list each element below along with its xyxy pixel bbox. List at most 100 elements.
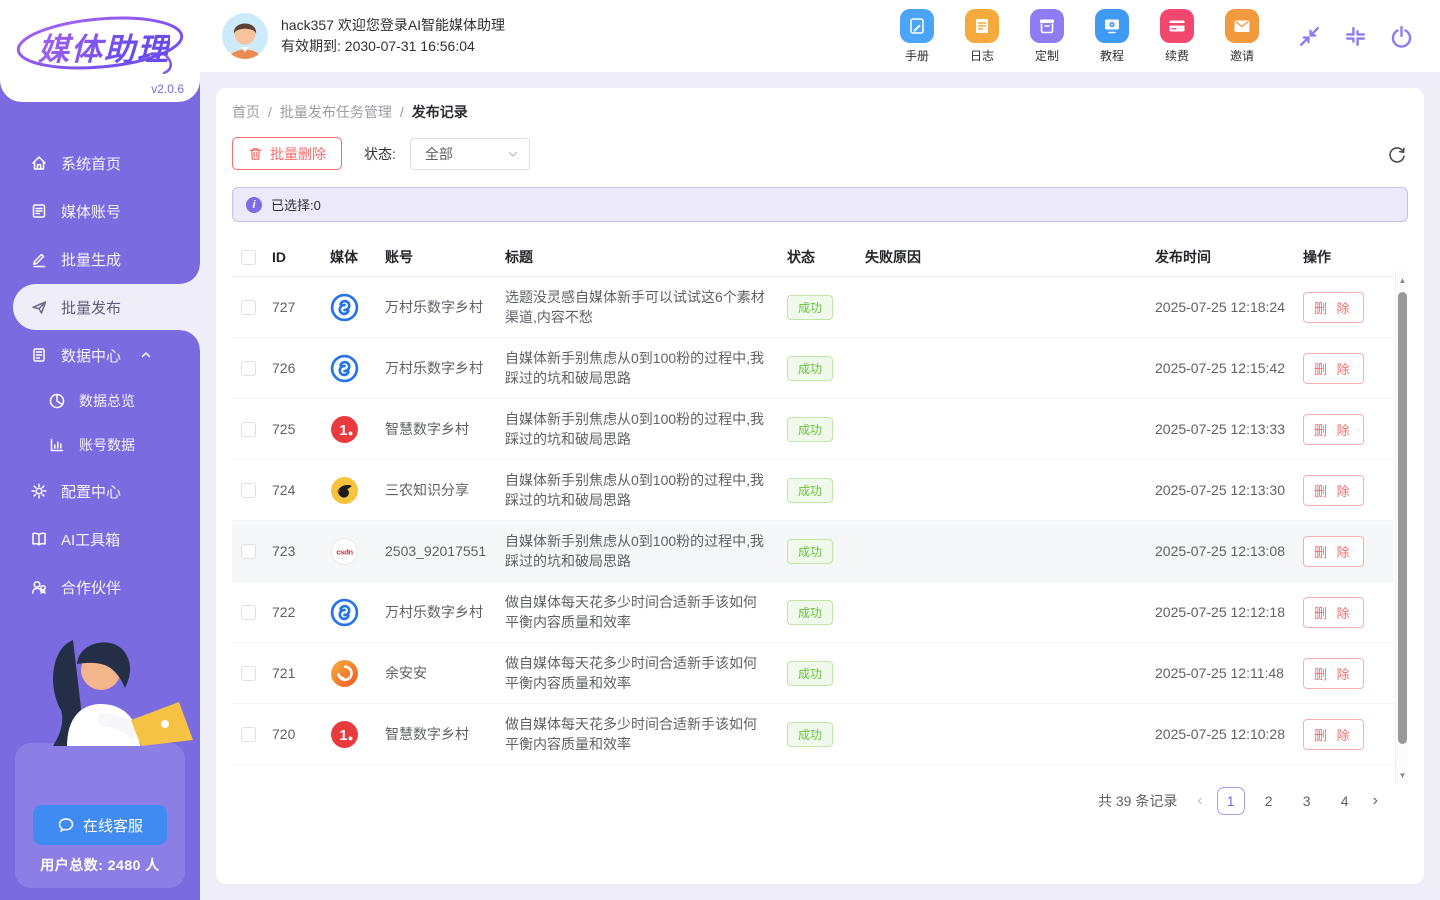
delete-button[interactable]: 删 除	[1303, 658, 1364, 689]
delete-button[interactable]: 删 除	[1303, 414, 1364, 445]
status-badge: 成功	[787, 295, 833, 320]
cell-title: 自媒体新手别焦虑从0到100粉的过程中,我踩过的坑和破局思路	[497, 409, 779, 449]
cell-id: 720	[264, 726, 322, 742]
media-icon-bird	[330, 476, 359, 505]
scroll-up-arrow[interactable]: ▲	[1396, 273, 1409, 287]
app-logo: 媒体助理	[14, 16, 190, 74]
svg-text:1: 1	[339, 423, 347, 439]
quick-action-label: 定制	[1035, 47, 1059, 64]
sidebar-item-label: 账号数据	[79, 435, 135, 455]
delete-button[interactable]: 删 除	[1303, 719, 1364, 750]
partner-icon	[30, 578, 48, 596]
table-row: 7251智慧数字乡村自媒体新手别焦虑从0到100粉的过程中,我踩过的坑和破局思路…	[232, 399, 1394, 460]
table-row: 727万村乐数字乡村选题没灵感自媒体新手可以试试这6个素材渠道,内容不愁成功20…	[232, 277, 1394, 338]
media-icon-wancunle	[330, 598, 359, 627]
sidebar-item-合作伙伴[interactable]: 合作伙伴	[0, 564, 200, 610]
breadcrumb-item-批量发布任务管理[interactable]: 批量发布任务管理	[280, 102, 392, 122]
chevron-down-icon	[507, 148, 519, 160]
cell-account: 三农知识分享	[377, 480, 497, 500]
sidebar-item-批量发布[interactable]: 批量发布	[13, 284, 200, 330]
logo-card: 媒体助理 v2.0.6	[0, 0, 200, 102]
toolbar: 批量删除 状态: 全部	[232, 137, 1408, 170]
online-service-button[interactable]: 在线客服	[33, 805, 167, 845]
media-icon-swirl	[330, 659, 359, 688]
prev-page-icon[interactable]: ‹	[1195, 792, 1204, 810]
vertical-scrollbar[interactable]: ▲ ▼	[1395, 271, 1408, 784]
row-checkbox[interactable]	[241, 544, 256, 559]
page-button-3[interactable]: 3	[1293, 787, 1321, 815]
media-icon-wancunle	[330, 293, 359, 322]
sidebar-item-AI工具箱[interactable]: AI工具箱	[0, 516, 200, 562]
media-icon-toutiao: 1	[330, 415, 359, 444]
delete-button[interactable]: 删 除	[1303, 536, 1364, 567]
delete-button[interactable]: 删 除	[1303, 353, 1364, 384]
cell-id: 724	[264, 482, 322, 498]
page-button-1[interactable]: 1	[1217, 787, 1245, 815]
row-checkbox[interactable]	[241, 361, 256, 376]
quick-action-手册[interactable]: 手册	[898, 9, 936, 64]
next-page-icon[interactable]: ›	[1371, 792, 1380, 810]
row-checkbox[interactable]	[241, 727, 256, 742]
delete-button[interactable]: 删 除	[1303, 597, 1364, 628]
batch-publish-icon	[30, 298, 48, 316]
quick-action-日志[interactable]: 日志	[963, 9, 1001, 64]
row-checkbox[interactable]	[241, 300, 256, 315]
cell-id: 721	[264, 665, 322, 681]
cell-publish-time: 2025-07-25 12:18:24	[1147, 299, 1295, 315]
svg-text:csdn: csdn	[336, 547, 353, 556]
cell-title: 做自媒体每天花多少时间合适新手该如何平衡内容质量和效率	[497, 714, 779, 754]
collapse-diagonal-icon[interactable]	[1297, 24, 1322, 49]
power-icon[interactable]	[1389, 24, 1414, 49]
batch-delete-label: 批量删除	[270, 144, 326, 164]
row-checkbox[interactable]	[241, 605, 256, 620]
status-badge: 成功	[787, 539, 833, 564]
sidebar-item-账号数据[interactable]: 账号数据	[0, 424, 200, 466]
sidebar: 媒体助理 v2.0.6 系统首页媒体账号批量生成批量发布数据中心数据总览账号数据…	[0, 0, 200, 900]
quick-action-续费[interactable]: 续费	[1158, 9, 1196, 64]
delete-button[interactable]: 删 除	[1303, 292, 1364, 323]
sidebar-item-配置中心[interactable]: 配置中心	[0, 468, 200, 514]
renew-icon	[1160, 9, 1194, 43]
cell-publish-time: 2025-07-25 12:13:30	[1147, 482, 1295, 498]
quick-action-定制[interactable]: 定制	[1028, 9, 1066, 64]
info-icon: i	[246, 197, 262, 213]
delete-button[interactable]: 删 除	[1303, 475, 1364, 506]
quick-action-教程[interactable]: 教程	[1093, 9, 1131, 64]
user-avatar[interactable]	[222, 13, 268, 59]
select-all-checkbox[interactable]	[241, 250, 256, 265]
sidebar-item-label: 数据总览	[79, 391, 135, 411]
row-checkbox[interactable]	[241, 422, 256, 437]
status-select-value: 全部	[425, 144, 453, 164]
welcome-text: hack357 欢迎您登录AI智能媒体助理	[281, 15, 505, 36]
batch-delete-button[interactable]: 批量删除	[232, 137, 342, 170]
page-button-2[interactable]: 2	[1255, 787, 1283, 815]
refresh-icon[interactable]	[1386, 143, 1408, 165]
data-center-icon	[30, 346, 48, 364]
table-row: 726万村乐数字乡村自媒体新手别焦虑从0到100粉的过程中,我踩过的坑和破局思路…	[232, 338, 1394, 399]
cell-account: 万村乐数字乡村	[377, 602, 497, 622]
page-button-4[interactable]: 4	[1331, 787, 1359, 815]
row-checkbox[interactable]	[241, 483, 256, 498]
cell-title: 做自媒体每天花多少时间合适新手该如何平衡内容质量和效率	[497, 653, 779, 693]
cell-publish-time: 2025-07-25 12:15:42	[1147, 360, 1295, 376]
sidebar-menu: 系统首页媒体账号批量生成批量发布数据中心数据总览账号数据配置中心AI工具箱合作伙…	[0, 140, 200, 610]
cell-publish-time: 2025-07-25 12:12:18	[1147, 604, 1295, 620]
scrollbar-thumb[interactable]	[1398, 292, 1407, 744]
sidebar-item-批量生成[interactable]: 批量生成	[0, 236, 200, 282]
sidebar-item-系统首页[interactable]: 系统首页	[0, 140, 200, 186]
breadcrumb-item-首页[interactable]: 首页	[232, 102, 260, 122]
scroll-down-arrow[interactable]: ▼	[1396, 768, 1409, 782]
collapse-center-icon[interactable]	[1343, 24, 1368, 49]
cell-title: 做自媒体每天花多少时间合适新手该如何平衡内容质量和效率	[497, 592, 779, 632]
sidebar-item-媒体账号[interactable]: 媒体账号	[0, 188, 200, 234]
window-controls	[1297, 24, 1414, 49]
quick-action-label: 邀请	[1230, 47, 1254, 64]
quick-action-邀请[interactable]: 邀请	[1223, 9, 1261, 64]
trash-icon	[248, 146, 263, 161]
breadcrumb: 首页/批量发布任务管理/发布记录	[232, 102, 1408, 122]
status-select[interactable]: 全部	[410, 138, 530, 170]
row-checkbox[interactable]	[241, 666, 256, 681]
sidebar-item-数据总览[interactable]: 数据总览	[0, 380, 200, 422]
column-header-失败原因: 失败原因	[857, 247, 1147, 267]
sidebar-item-数据中心[interactable]: 数据中心	[0, 332, 200, 378]
